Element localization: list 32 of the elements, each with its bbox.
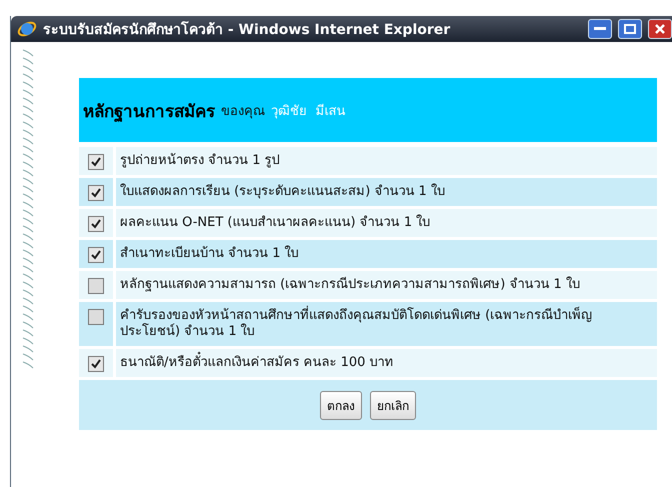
minimize-icon bbox=[594, 27, 606, 31]
maximize-icon bbox=[624, 24, 636, 34]
check-icon bbox=[91, 157, 101, 167]
dialog-button[interactable]: ตกลง bbox=[320, 390, 362, 420]
owner-label: ของคุณ bbox=[221, 102, 265, 120]
checkbox[interactable] bbox=[88, 356, 104, 372]
checkbox[interactable] bbox=[88, 309, 104, 325]
document-label: ผลคะแนน O-NET (แนบสำเนาผลคะแนน) จำนวน 1 ใบ bbox=[116, 209, 657, 237]
document-label: ธนาณัติ/หรือตั๋วแลกเงินค่าสมัคร คนละ 100 บาท bbox=[116, 349, 657, 377]
applicant-name: วุฒิชัย มีเสน bbox=[271, 102, 346, 120]
document-label: หลักฐานแสดงความสามารถ (เฉพาะกรณีประเภทความสามารถพิเศษ) จำนวน 1 ใบ bbox=[116, 271, 657, 299]
close-button[interactable] bbox=[648, 19, 672, 39]
minimize-button[interactable] bbox=[588, 19, 612, 39]
checkbox[interactable] bbox=[88, 247, 104, 263]
close-icon bbox=[654, 23, 666, 35]
document-label: ใบแสดงผลการเรียน (ระบุระดับคะแนนสะสม) จำนวน 1 ใบ bbox=[116, 178, 657, 206]
checkbox[interactable] bbox=[88, 185, 104, 201]
check-icon bbox=[91, 188, 101, 198]
dialog-button[interactable]: ยกเลิก bbox=[370, 390, 416, 420]
check-icon bbox=[91, 359, 101, 369]
document-label: คำรับรองของหัวหน้าสถานศึกษาที่แสดงถึงคุณสมบัติโดดเด่นพิเศษ (เฉพาะกรณีบำเพ็ญประโยชน์) จำนวน 1 ใบ bbox=[116, 302, 657, 346]
header-title: หลักฐานการสมัคร bbox=[83, 100, 215, 124]
checkbox[interactable] bbox=[88, 154, 104, 170]
checkbox[interactable] bbox=[88, 278, 104, 294]
document-label: สำเนาทะเบียนบ้าน จำนวน 1 ใบ bbox=[116, 240, 657, 268]
window-title: ระบบรับสมัครนักศึกษาโควต้า - Windows Internet Explorer bbox=[43, 20, 452, 40]
check-icon bbox=[91, 219, 101, 229]
browser-icon bbox=[17, 19, 37, 39]
check-icon bbox=[91, 250, 101, 260]
document-label: รูปถ่ายหน้าตรง จำนวน 1 รูป bbox=[116, 147, 657, 175]
checkbox[interactable] bbox=[88, 216, 104, 232]
maximize-button[interactable] bbox=[618, 19, 642, 39]
